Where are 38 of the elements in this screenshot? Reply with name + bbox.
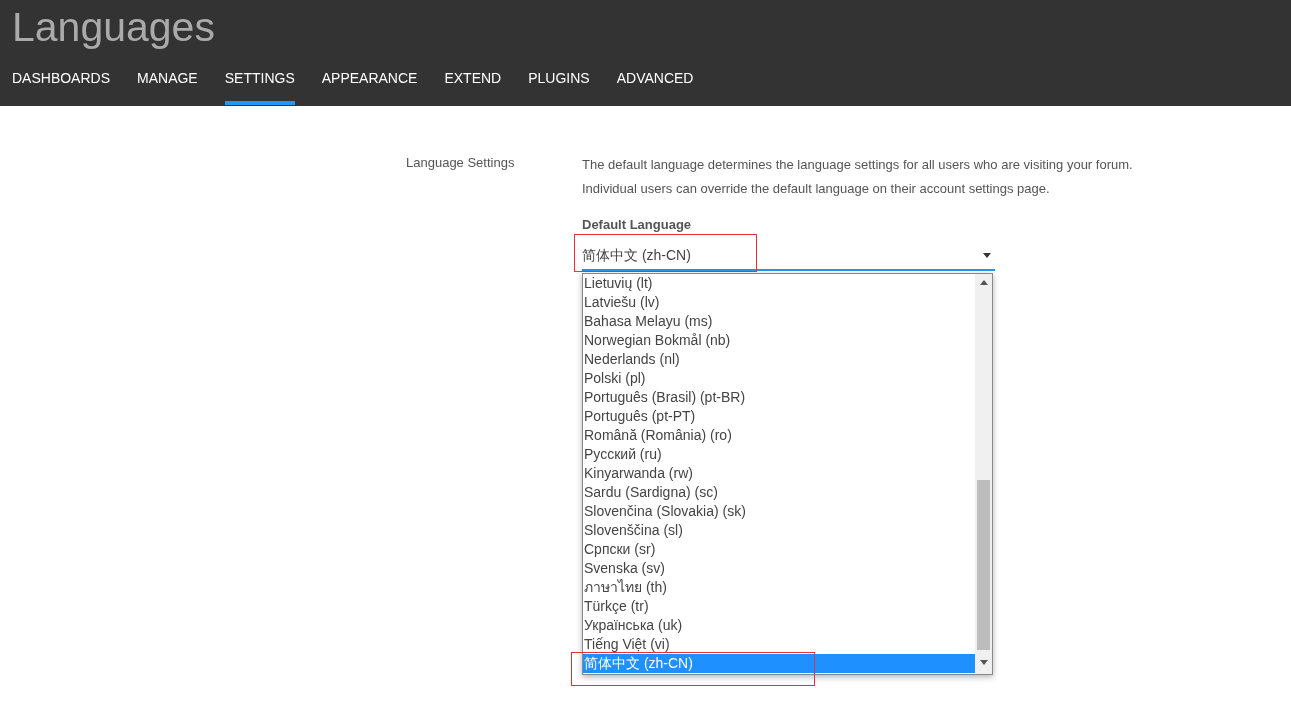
dropdown-option[interactable]: Română (România) (ro) (583, 425, 975, 445)
scroll-down-icon[interactable] (979, 659, 988, 665)
dropdown-option[interactable]: Bahasa Melayu (ms) (583, 311, 975, 331)
scrollbar-thumb[interactable] (977, 479, 990, 650)
nav-tab[interactable]: MANAGE (137, 70, 198, 105)
dropdown-option[interactable]: Slovenščina (sl) (583, 520, 975, 540)
nav-tab[interactable]: EXTEND (444, 70, 502, 105)
dropdown-option[interactable]: Русский (ru) (583, 444, 975, 464)
dropdown-option[interactable]: Polski (pl) (583, 368, 975, 388)
scrollbar[interactable] (975, 273, 992, 674)
dropdown-option[interactable]: Українська (uk) (583, 615, 975, 635)
dropdown-option[interactable]: Latviešu (lv) (583, 292, 975, 312)
dropdown-option[interactable]: Kinyarwanda (rw) (583, 463, 975, 483)
nav-tab[interactable]: APPEARANCE (321, 70, 418, 105)
dropdown-option[interactable]: Српски (sr) (583, 539, 975, 559)
dropdown-caret-icon[interactable] (983, 253, 991, 258)
dropdown-option[interactable]: Svenska (sv) (583, 558, 975, 578)
dropdown-option[interactable]: Slovenčina (Slovakia) (sk) (583, 501, 975, 521)
dropdown-option[interactable]: Tiếng Việt (vi) (583, 634, 975, 654)
nav-tab[interactable]: PLUGINS (528, 70, 590, 105)
section-label: Language Settings (406, 155, 515, 170)
field-label: Default Language (582, 216, 693, 234)
dropdown-option[interactable]: ภาษาไทย (th) (583, 577, 975, 597)
dropdown-option[interactable]: Nederlands (nl) (583, 349, 975, 369)
nav-tab[interactable]: ADVANCED (616, 70, 694, 105)
dropdown-option[interactable]: Norwegian Bokmål (nb) (583, 330, 975, 350)
dropdown-option[interactable]: Português (pt-PT) (583, 406, 975, 426)
scroll-up-icon[interactable] (979, 279, 988, 285)
dropdown-option[interactable]: Português (Brasil) (pt-BR) (583, 387, 975, 407)
description-text: The default language determines the language settings for all users who are visiting your forum. (582, 156, 1134, 174)
dropdown-option[interactable]: Lietuvių (lt) (583, 273, 975, 293)
description-text: Individual users can override the default language on their account settings page. (582, 180, 1051, 198)
dropdown-option[interactable]: Türkçe (tr) (583, 596, 975, 616)
language-select[interactable]: 简体中文 (zh-CN) (582, 242, 995, 271)
dropdown-option[interactable]: Sardu (Sardigna) (sc) (583, 482, 975, 502)
nav-tab[interactable]: SETTINGS (224, 70, 295, 105)
nav-tab[interactable]: DASHBOARDS (12, 70, 111, 105)
page-title: Languages (12, 3, 216, 48)
